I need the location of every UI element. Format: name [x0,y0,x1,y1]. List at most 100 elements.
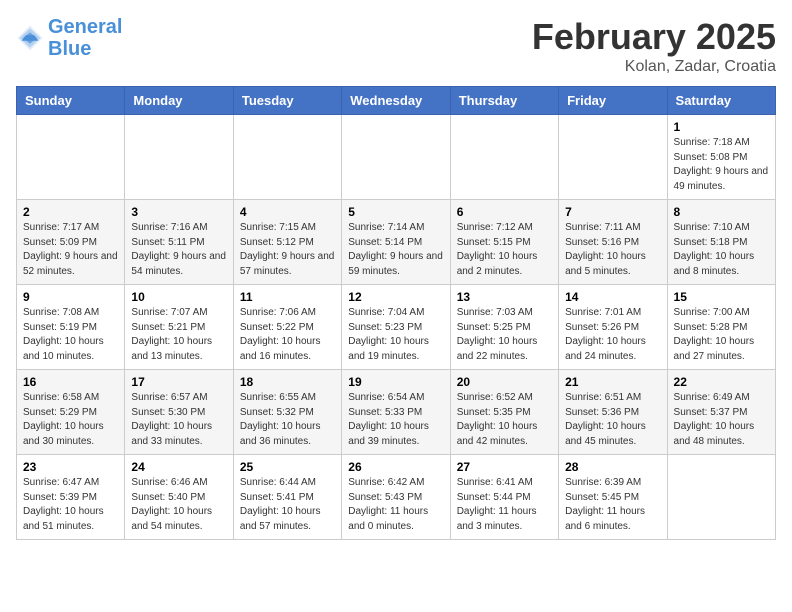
day-cell [559,115,667,200]
day-cell: 6 Sunrise: 7:12 AM Sunset: 5:15 PM Daylig… [450,200,558,285]
day-info: Sunrise: 6:39 AM Sunset: 5:45 PM Dayligh… [565,476,660,534]
day-cell: 28 Sunrise: 6:39 AM Sunset: 5:45 PM Dayli… [559,455,667,540]
day-info: Sunrise: 7:06 AM Sunset: 5:22 PM Dayligh… [240,306,335,364]
day-info: Sunrise: 7:07 AM Sunset: 5:21 PM Dayligh… [131,306,226,364]
day-cell: 23 Sunrise: 6:47 AM Sunset: 5:39 PM Dayli… [17,455,125,540]
day-number: 21 [565,375,660,389]
day-number: 19 [348,375,443,389]
day-info: Sunrise: 7:14 AM Sunset: 5:14 PM Dayligh… [348,221,443,279]
day-info: Sunrise: 6:44 AM Sunset: 5:41 PM Dayligh… [240,476,335,534]
day-info: Sunrise: 6:51 AM Sunset: 5:36 PM Dayligh… [565,391,660,449]
calendar-header-row: SundayMondayTuesdayWednesdayThursdayFrid… [17,87,776,115]
day-info: Sunrise: 7:17 AM Sunset: 5:09 PM Dayligh… [23,221,118,279]
day-number: 20 [457,375,552,389]
day-cell: 27 Sunrise: 6:41 AM Sunset: 5:44 PM Dayli… [450,455,558,540]
day-info: Sunrise: 6:52 AM Sunset: 5:35 PM Dayligh… [457,391,552,449]
day-number: 16 [23,375,118,389]
day-number: 2 [23,205,118,219]
day-number: 8 [674,205,769,219]
day-info: Sunrise: 7:08 AM Sunset: 5:19 PM Dayligh… [23,306,118,364]
day-number: 1 [674,120,769,134]
location-title: Kolan, Zadar, Croatia [532,58,776,76]
day-number: 15 [674,290,769,304]
day-cell: 10 Sunrise: 7:07 AM Sunset: 5:21 PM Dayli… [125,285,233,370]
day-number: 7 [565,205,660,219]
day-info: Sunrise: 6:55 AM Sunset: 5:32 PM Dayligh… [240,391,335,449]
col-header-wednesday: Wednesday [342,87,450,115]
day-info: Sunrise: 6:54 AM Sunset: 5:33 PM Dayligh… [348,391,443,449]
day-cell: 9Sunrise: 7:08 AM Sunset: 5:19 PM Daylig… [17,285,125,370]
day-cell: 2 Sunrise: 7:17 AM Sunset: 5:09 PM Daylig… [17,200,125,285]
day-number: 11 [240,290,335,304]
day-cell: 12 Sunrise: 7:04 AM Sunset: 5:23 PM Dayli… [342,285,450,370]
day-cell [233,115,341,200]
day-info: Sunrise: 7:01 AM Sunset: 5:26 PM Dayligh… [565,306,660,364]
day-cell: 11 Sunrise: 7:06 AM Sunset: 5:22 PM Dayli… [233,285,341,370]
logo-general: General [48,16,122,38]
day-number: 14 [565,290,660,304]
calendar-table: SundayMondayTuesdayWednesdayThursdayFrid… [16,86,776,540]
title-block: February 2025 Kolan, Zadar, Croatia [532,16,776,76]
week-row-5: 23 Sunrise: 6:47 AM Sunset: 5:39 PM Dayli… [17,455,776,540]
day-number: 22 [674,375,769,389]
day-cell: 20 Sunrise: 6:52 AM Sunset: 5:35 PM Dayli… [450,370,558,455]
day-cell [450,115,558,200]
week-row-1: 1 Sunrise: 7:18 AM Sunset: 5:08 PM Daylig… [17,115,776,200]
day-cell: 17Sunrise: 6:57 AM Sunset: 5:30 PM Dayli… [125,370,233,455]
logo-blue: Blue [48,38,122,60]
day-info: Sunrise: 7:04 AM Sunset: 5:23 PM Dayligh… [348,306,443,364]
day-cell: 18 Sunrise: 6:55 AM Sunset: 5:32 PM Dayli… [233,370,341,455]
month-title: February 2025 [532,16,776,58]
logo-icon [16,24,44,52]
day-number: 18 [240,375,335,389]
week-row-3: 9Sunrise: 7:08 AM Sunset: 5:19 PM Daylig… [17,285,776,370]
day-info: Sunrise: 6:42 AM Sunset: 5:43 PM Dayligh… [348,476,443,534]
page-header: General Blue February 2025 Kolan, Zadar,… [16,16,776,76]
logo: General Blue [16,16,122,60]
day-number: 5 [348,205,443,219]
week-row-2: 2 Sunrise: 7:17 AM Sunset: 5:09 PM Daylig… [17,200,776,285]
col-header-monday: Monday [125,87,233,115]
day-number: 28 [565,460,660,474]
day-info: Sunrise: 7:16 AM Sunset: 5:11 PM Dayligh… [131,221,226,279]
day-cell [17,115,125,200]
day-info: Sunrise: 6:47 AM Sunset: 5:39 PM Dayligh… [23,476,118,534]
day-cell: 22 Sunrise: 6:49 AM Sunset: 5:37 PM Dayli… [667,370,775,455]
day-number: 6 [457,205,552,219]
day-cell: 19 Sunrise: 6:54 AM Sunset: 5:33 PM Dayli… [342,370,450,455]
day-cell: 3 Sunrise: 7:16 AM Sunset: 5:11 PM Daylig… [125,200,233,285]
day-number: 23 [23,460,118,474]
day-cell: 14 Sunrise: 7:01 AM Sunset: 5:26 PM Dayli… [559,285,667,370]
day-cell [125,115,233,200]
day-cell: 5 Sunrise: 7:14 AM Sunset: 5:14 PM Daylig… [342,200,450,285]
day-cell [667,455,775,540]
day-info: Sunrise: 7:10 AM Sunset: 5:18 PM Dayligh… [674,221,769,279]
day-info: Sunrise: 7:15 AM Sunset: 5:12 PM Dayligh… [240,221,335,279]
day-number: 12 [348,290,443,304]
day-number: 10 [131,290,226,304]
col-header-sunday: Sunday [17,87,125,115]
day-info: Sunrise: 6:41 AM Sunset: 5:44 PM Dayligh… [457,476,552,534]
day-cell: 13Sunrise: 7:03 AM Sunset: 5:25 PM Dayli… [450,285,558,370]
day-cell: 1 Sunrise: 7:18 AM Sunset: 5:08 PM Daylig… [667,115,775,200]
day-info: Sunrise: 6:58 AM Sunset: 5:29 PM Dayligh… [23,391,118,449]
col-header-friday: Friday [559,87,667,115]
day-number: 27 [457,460,552,474]
day-number: 4 [240,205,335,219]
col-header-saturday: Saturday [667,87,775,115]
day-info: Sunrise: 6:49 AM Sunset: 5:37 PM Dayligh… [674,391,769,449]
day-number: 3 [131,205,226,219]
day-cell: 4 Sunrise: 7:15 AM Sunset: 5:12 PM Daylig… [233,200,341,285]
day-info: Sunrise: 7:18 AM Sunset: 5:08 PM Dayligh… [674,136,769,194]
day-cell: 15Sunrise: 7:00 AM Sunset: 5:28 PM Dayli… [667,285,775,370]
day-cell: 25 Sunrise: 6:44 AM Sunset: 5:41 PM Dayli… [233,455,341,540]
day-number: 13 [457,290,552,304]
col-header-tuesday: Tuesday [233,87,341,115]
day-info: Sunrise: 7:12 AM Sunset: 5:15 PM Dayligh… [457,221,552,279]
day-number: 24 [131,460,226,474]
day-info: Sunrise: 7:11 AM Sunset: 5:16 PM Dayligh… [565,221,660,279]
day-cell: 7 Sunrise: 7:11 AM Sunset: 5:16 PM Daylig… [559,200,667,285]
day-number: 25 [240,460,335,474]
day-cell [342,115,450,200]
day-cell: 21 Sunrise: 6:51 AM Sunset: 5:36 PM Dayli… [559,370,667,455]
